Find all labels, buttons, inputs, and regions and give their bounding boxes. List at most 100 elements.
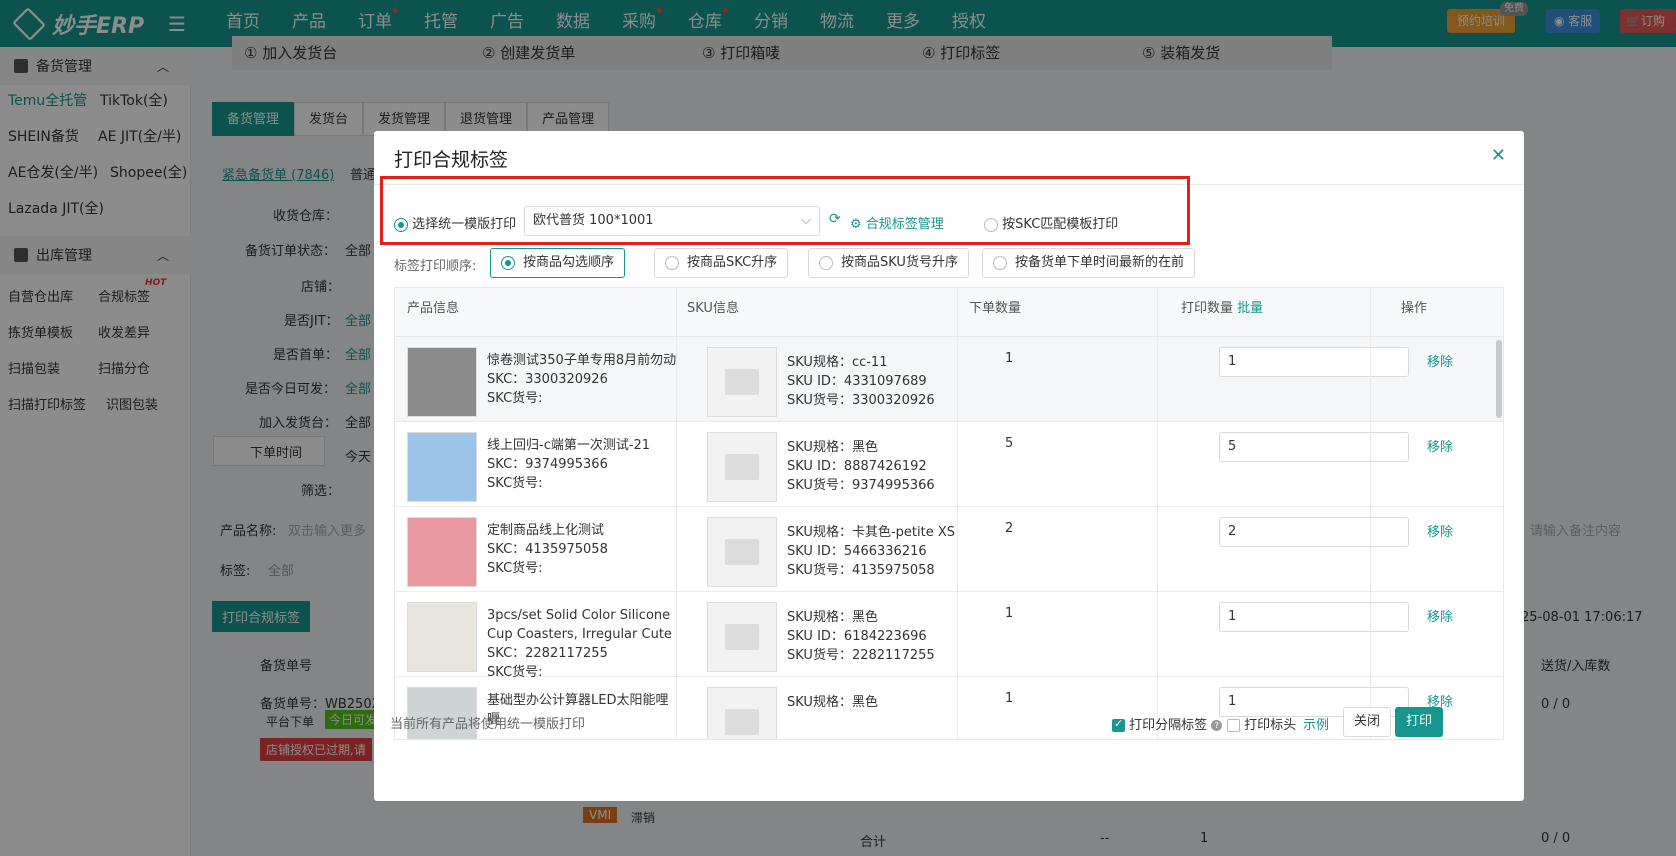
product-name: 定制商品线上化测试 (487, 523, 605, 538)
product-skc: SKC：4135975058 (487, 542, 608, 557)
sku-spec: SKU规格：cc-11 (787, 355, 888, 370)
col-divider (676, 288, 677, 739)
product-skc: SKC：9374995366 (487, 457, 608, 472)
order-opt-label: 按商品SKC升序 (687, 255, 778, 270)
sku-image-placeholder-icon (707, 602, 777, 672)
order-opt-label: 按商品勾选顺序 (523, 255, 615, 270)
radio-icon (665, 256, 679, 270)
example-link[interactable]: 示例 (1303, 714, 1329, 733)
print-header-label: 打印标头 (1244, 718, 1297, 733)
sku-id: SKU ID：8887426192 (787, 459, 927, 474)
sku-info: SKU规格：黑色 (787, 693, 878, 712)
product-thumbnail (407, 602, 477, 672)
product-skc: SKC：2282117255 (487, 646, 608, 661)
sku-id: SKU ID：6184223696 (787, 629, 927, 644)
sku-no: SKU货号：2282117255 (787, 648, 935, 663)
remove-link[interactable]: 移除 (1427, 436, 1453, 455)
checkbox-icon (1227, 719, 1240, 732)
sku-id: SKU ID：5466336216 (787, 544, 927, 559)
sku-spec: SKU规格：黑色 (787, 695, 878, 710)
sku-spec: SKU规格：卡其色-petite XS (787, 525, 955, 540)
order-by-select[interactable]: 按商品勾选顺序 (490, 248, 626, 278)
order-opt-label: 按备货单下单时间最新的在前 (1015, 255, 1185, 270)
order-opt-label: 按商品SKU货号升序 (841, 255, 958, 270)
footer-note: 当前所有产品将使用统一模版打印 (390, 717, 586, 732)
order-by-sku-no[interactable]: 按商品SKU货号升序 (808, 248, 969, 278)
help-icon[interactable]: ? (1211, 720, 1223, 731)
product-skc-no: SKC货号: (487, 476, 543, 491)
radio-icon (984, 217, 998, 232)
template-value: 欧代普货 100*1001 (533, 213, 654, 228)
sku-spec: SKU规格：黑色 (787, 610, 878, 625)
modal-title: 打印合规标签 (394, 149, 509, 171)
table-row: 3pcs/set Solid Color Silicone Cup Coaste… (395, 592, 1503, 680)
print-order-label: 标签打印顺序: (394, 259, 477, 274)
table-scrollbar[interactable] (1496, 340, 1502, 418)
product-info: 3pcs/set Solid Color Silicone Cup Coaste… (487, 606, 677, 682)
col-divider (957, 288, 958, 739)
sku-image-placeholder-icon (707, 517, 777, 587)
skc-template-radio[interactable]: 按SKC匹配模板打印 (984, 213, 1118, 232)
batch-link[interactable]: 批量 (1237, 301, 1263, 316)
order-by-skc[interactable]: 按商品SKC升序 (654, 248, 789, 278)
print-qty-input[interactable]: 1 (1219, 602, 1409, 632)
print-button[interactable]: 打印 (1395, 707, 1444, 737)
sku-no: SKU货号：3300320926 (787, 393, 935, 408)
order-qty: 1 (1005, 351, 1014, 366)
unified-template-radio[interactable]: 选择统一模版打印 (394, 213, 516, 232)
sku-image-placeholder-icon (707, 432, 777, 502)
radio-icon (819, 256, 833, 270)
remove-link[interactable]: 移除 (1427, 521, 1453, 540)
sku-info: SKU规格：黑色 SKU ID：8887426192 SKU货号：937499536… (787, 438, 935, 495)
table-row: 线上回归-c端第一次测试-21 SKC：9374995366 SKC货号: SKU规格… (395, 422, 1503, 507)
close-icon[interactable]: ✕ (1491, 145, 1506, 166)
product-skc-no: SKC货号: (487, 561, 543, 576)
order-qty: 2 (1005, 521, 1014, 536)
print-separator-checkbox[interactable]: 打印分隔标签 ? (1112, 714, 1223, 733)
sku-no: SKU货号：4135975058 (787, 563, 935, 578)
remove-link[interactable]: 移除 (1427, 606, 1453, 625)
refresh-icon[interactable]: ⟳ (829, 211, 841, 227)
sku-id: SKU ID：4331097689 (787, 374, 927, 389)
col-action: 操作 (1401, 301, 1428, 316)
sku-info: SKU规格：黑色 SKU ID：6184223696 SKU货号：228211725… (787, 608, 935, 665)
print-separator-label: 打印分隔标签 (1129, 718, 1208, 733)
gear-icon: ⚙ (850, 217, 866, 232)
col-print-qty-label: 打印数量 (1181, 301, 1234, 316)
product-name: 惊卷测试350子单专用8月前勿动 (487, 353, 677, 368)
sku-no: SKU货号：9374995366 (787, 478, 935, 493)
print-qty-input[interactable]: 1 (1219, 347, 1409, 377)
sku-image-placeholder-icon (707, 687, 777, 739)
product-skc: SKC：3300320926 (487, 372, 608, 387)
print-qty-input[interactable]: 2 (1219, 517, 1409, 547)
chevron-down-icon: ⌵ (801, 213, 811, 228)
sku-spec: SKU规格：黑色 (787, 440, 878, 455)
product-info: 线上回归-c端第一次测试-21 SKC：9374995366 SKC货号: (487, 436, 677, 493)
product-thumbnail (407, 432, 477, 502)
col-sku: SKU信息 (687, 301, 739, 316)
product-skc-no: SKC货号: (487, 391, 543, 406)
table-row: 惊卷测试350子单专用8月前勿动 SKC：3300320926 SKC货号: SKU规… (395, 337, 1503, 422)
remove-link[interactable]: 移除 (1427, 351, 1453, 370)
product-thumbnail (407, 517, 477, 587)
sku-image-placeholder-icon (707, 347, 777, 417)
product-info: 定制商品线上化测试 SKC：4135975058 SKC货号: (487, 521, 677, 578)
template-select[interactable]: 欧代普货 100*1001 ⌵ (524, 206, 820, 236)
print-header-checkbox[interactable]: 打印标头 (1227, 714, 1296, 733)
skc-template-label: 按SKC匹配模板打印 (1002, 217, 1119, 232)
close-button[interactable]: 关闭 (1343, 707, 1392, 737)
product-table: 产品信息 SKU信息 下单数量 打印数量 批量 操作 惊卷测试350子单专用8月… (394, 287, 1504, 740)
order-by-time[interactable]: 按备货单下单时间最新的在前 (982, 248, 1196, 278)
product-thumbnail (407, 347, 477, 417)
col-divider (1157, 288, 1158, 739)
radio-icon (501, 256, 515, 270)
manage-template-link[interactable]: ⚙ 合规标签管理 (850, 213, 944, 232)
print-qty-input[interactable]: 5 (1219, 432, 1409, 462)
product-info: 惊卷测试350子单专用8月前勿动 SKC：3300320926 SKC货号: (487, 351, 677, 408)
col-divider (1370, 288, 1371, 739)
order-qty: 1 (1005, 606, 1014, 621)
manage-template-label: 合规标签管理 (865, 217, 944, 232)
order-qty: 1 (1005, 691, 1014, 706)
col-product: 产品信息 (407, 301, 460, 316)
table-header: 产品信息 SKU信息 下单数量 打印数量 批量 操作 (395, 288, 1503, 337)
